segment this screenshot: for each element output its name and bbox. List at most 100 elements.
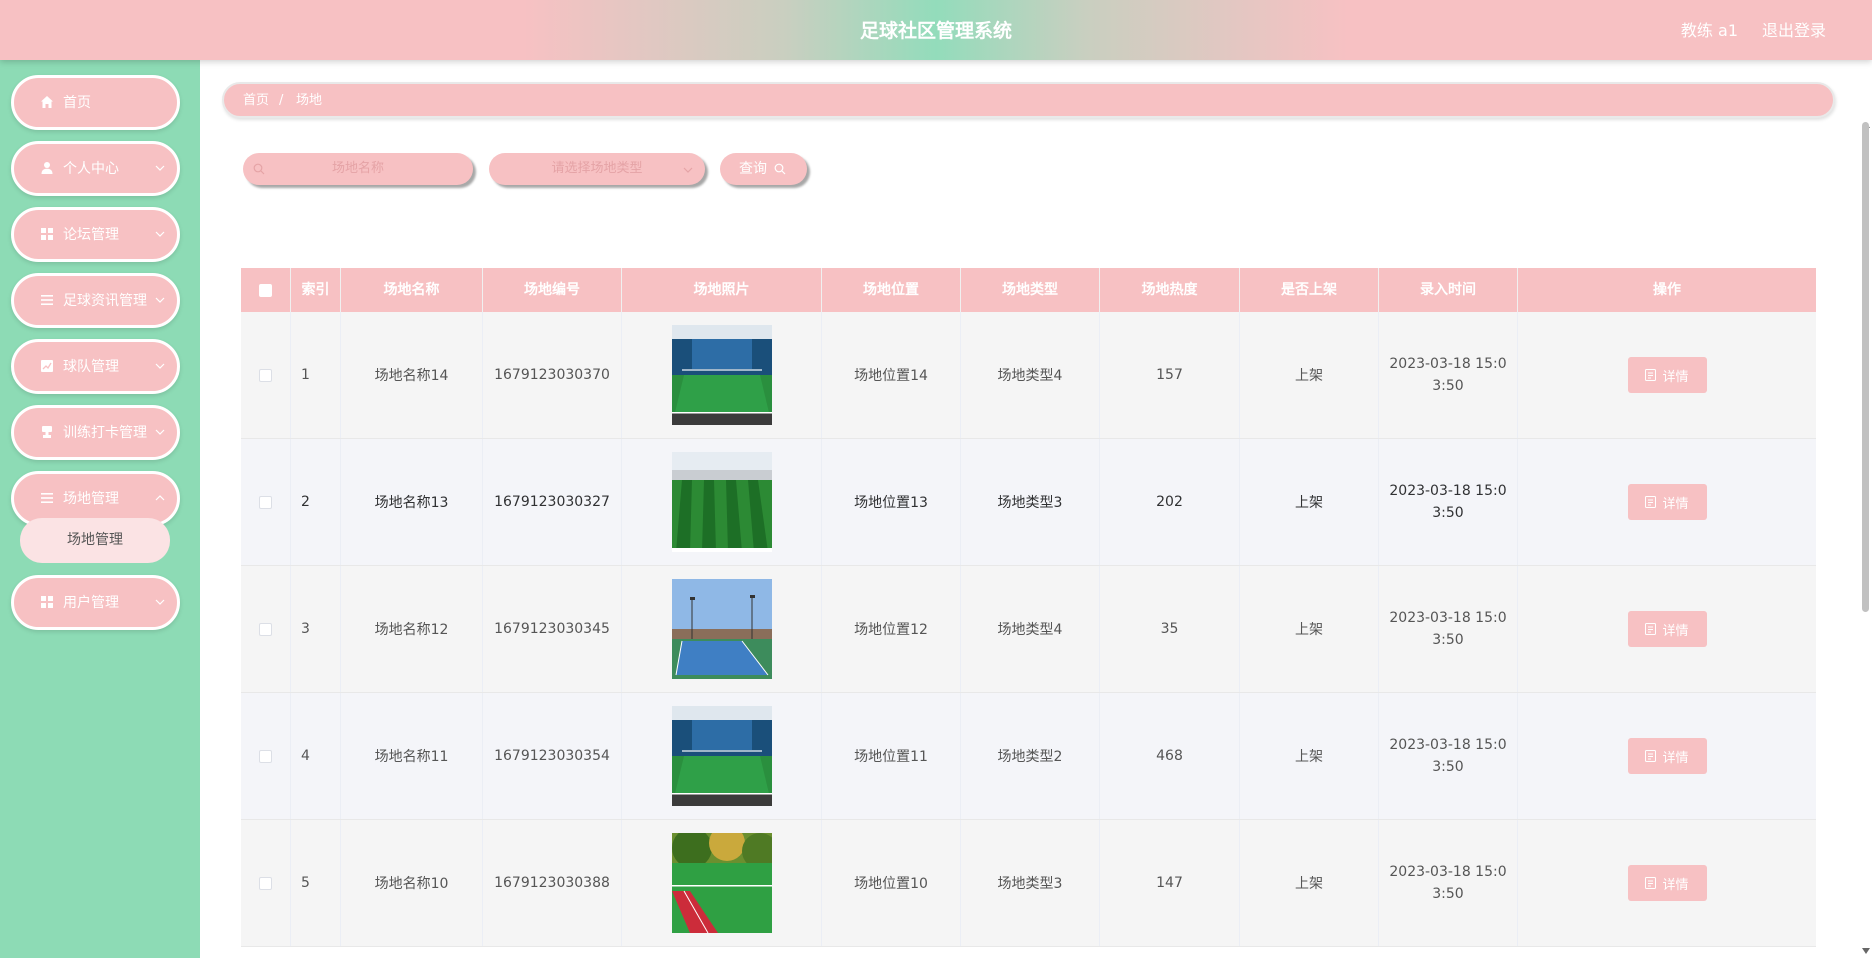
scroll-down-arrow-icon[interactable] xyxy=(1862,948,1870,954)
cell-code: 1679123030388 xyxy=(483,820,622,946)
cell-status-text: 上架 xyxy=(1295,495,1323,511)
table-row: 2 场地名称13 1679123030327 场地位置13 场地类型3 202 上架 2023… xyxy=(241,439,1816,566)
sidebar-item-users[interactable]: 用户管理 xyxy=(11,575,180,630)
cell-location-text: 场地位置11 xyxy=(854,749,928,765)
detail-button-label: 详情 xyxy=(1662,369,1689,385)
cell-index-text: 2 xyxy=(301,494,310,510)
sidebar-item-label: 场地管理 xyxy=(63,491,119,507)
detail-button-label: 详情 xyxy=(1662,496,1689,512)
grid-icon xyxy=(41,228,53,240)
column-header-photo: 场地照片 xyxy=(622,268,822,312)
cell-photo xyxy=(622,566,822,692)
row-checkbox[interactable] xyxy=(259,495,272,509)
cell-status: 上架 xyxy=(1240,566,1379,692)
cell-name-text: 场地名称10 xyxy=(374,876,449,892)
column-header-location: 场地位置 xyxy=(822,268,961,312)
cell-index-text: 4 xyxy=(301,748,310,764)
cell-type-text: 场地类型2 xyxy=(997,749,1063,765)
cell-heat: 468 xyxy=(1100,693,1240,819)
sidebar-item-training[interactable]: 训练打卡管理 xyxy=(11,405,180,460)
cell-status: 上架 xyxy=(1240,693,1379,819)
cell-index-text: 1 xyxy=(301,367,310,383)
sidebar-item-label: 个人中心 xyxy=(63,161,119,177)
detail-button[interactable]: 详情 xyxy=(1627,738,1707,774)
cell-time: 2023-03-18 15:03:50 xyxy=(1379,820,1518,946)
indoor-pitch-photo xyxy=(671,706,772,806)
red-track-pitch-photo xyxy=(671,833,772,933)
detail-button[interactable]: 详情 xyxy=(1627,865,1707,901)
cell-heat-text: 202 xyxy=(1156,494,1183,510)
sidebar-item-forum[interactable]: 论坛管理 xyxy=(11,207,180,262)
cell-actions: 详情 xyxy=(1518,566,1816,692)
breadcrumb-home-link[interactable]: 首页 xyxy=(243,84,269,117)
sidebar-item-home[interactable]: 首页 xyxy=(11,75,180,130)
cell-actions: 详情 xyxy=(1518,693,1816,819)
cell-status-text: 上架 xyxy=(1295,749,1323,765)
row-checkbox[interactable] xyxy=(259,368,272,382)
column-header-name: 场地名称 xyxy=(341,268,483,312)
cell-code-text: 1679123030345 xyxy=(494,621,610,637)
detail-button[interactable]: 详情 xyxy=(1627,484,1707,520)
cell-name-text: 场地名称12 xyxy=(374,622,449,638)
cell-time: 2023-03-18 15:03:50 xyxy=(1379,439,1518,565)
logout-link[interactable]: 退出登录 xyxy=(1762,0,1826,60)
select-all-checkbox[interactable] xyxy=(259,283,272,297)
cell-photo xyxy=(622,693,822,819)
row-checkbox[interactable] xyxy=(259,749,272,763)
chevron-down-icon xyxy=(155,599,165,605)
query-button[interactable]: 查询 xyxy=(720,153,807,185)
sidebar-item-label: 用户管理 xyxy=(63,595,119,611)
cell-location: 场地位置10 xyxy=(822,820,961,946)
cell-heat-text: 157 xyxy=(1156,367,1183,383)
cell-code: 1679123030354 xyxy=(483,693,622,819)
column-header-heat: 场地热度 xyxy=(1100,268,1240,312)
cell-time-text: 2023-03-18 15:03:50 xyxy=(1389,737,1507,775)
cell-location: 场地位置14 xyxy=(822,312,961,438)
cell-index: 2 xyxy=(291,439,341,565)
table-header: 索引 场地名称 场地编号 场地照片 场地位置 场地类型 场地热度 是否上架 录入… xyxy=(241,268,1816,312)
cell-location-text: 场地位置13 xyxy=(854,495,928,511)
cell-select xyxy=(241,312,291,438)
cell-heat: 202 xyxy=(1100,439,1240,565)
column-header-actions: 操作 xyxy=(1653,282,1681,298)
page-scrollbar[interactable] xyxy=(1860,60,1872,958)
cell-time-text: 2023-03-18 15:03:50 xyxy=(1389,483,1507,521)
scrollbar-thumb[interactable] xyxy=(1862,122,1869,612)
cell-index-text: 5 xyxy=(301,875,310,891)
cell-heat: 35 xyxy=(1100,566,1240,692)
column-header-status: 是否上架 xyxy=(1240,268,1379,312)
cell-heat: 147 xyxy=(1100,820,1240,946)
sidebar-item-news[interactable]: 足球资讯管理 xyxy=(11,273,180,328)
cell-time-text: 2023-03-18 15:03:50 xyxy=(1389,356,1507,394)
breadcrumb: 首页 / 场地 xyxy=(222,82,1835,118)
sidebar-item-label: 首页 xyxy=(63,95,91,111)
cell-location-text: 场地位置14 xyxy=(854,368,928,384)
sidebar-item-team[interactable]: 球队管理 xyxy=(11,339,180,394)
cell-code-text: 1679123030388 xyxy=(494,875,610,891)
stamp-icon xyxy=(42,426,52,438)
detail-button[interactable]: 详情 xyxy=(1627,611,1707,647)
cell-location-text: 场地位置10 xyxy=(854,876,928,892)
detail-button[interactable]: 详情 xyxy=(1627,357,1707,393)
sidebar-item-profile[interactable]: 个人中心 xyxy=(11,141,180,196)
venue-type-select[interactable]: 请选择场地类型 xyxy=(489,153,705,185)
chevron-down-icon xyxy=(155,297,165,303)
venue-table: 索引 场地名称 场地编号 场地照片 场地位置 场地类型 场地热度 是否上架 录入… xyxy=(241,268,1816,958)
cell-type-text: 场地类型3 xyxy=(997,876,1063,892)
sidebar: 首页 个人中心 论坛管理 足球资讯管理 球队管理 训练打卡管理 场地管理 场地管… xyxy=(0,60,200,958)
chevron-down-icon xyxy=(155,363,165,369)
row-checkbox[interactable] xyxy=(259,876,272,890)
query-button-label: 查询 xyxy=(739,161,767,177)
cell-type-text: 场地类型4 xyxy=(997,368,1063,384)
home-icon xyxy=(41,96,53,108)
cell-heat: 157 xyxy=(1100,312,1240,438)
tennis-court-photo xyxy=(671,579,772,679)
cell-code: 1679123030327 xyxy=(483,439,622,565)
cell-type: 场地类型2 xyxy=(961,693,1100,819)
venue-name-search-input[interactable]: 场地名称 xyxy=(243,153,473,185)
grid-icon xyxy=(41,596,53,608)
sidebar-subitem-venue-management[interactable]: 场地管理 xyxy=(20,518,170,563)
cell-time: 2023-03-18 15:03:50 xyxy=(1379,693,1518,819)
cell-heat-text: 35 xyxy=(1160,621,1179,637)
row-checkbox[interactable] xyxy=(259,622,272,636)
